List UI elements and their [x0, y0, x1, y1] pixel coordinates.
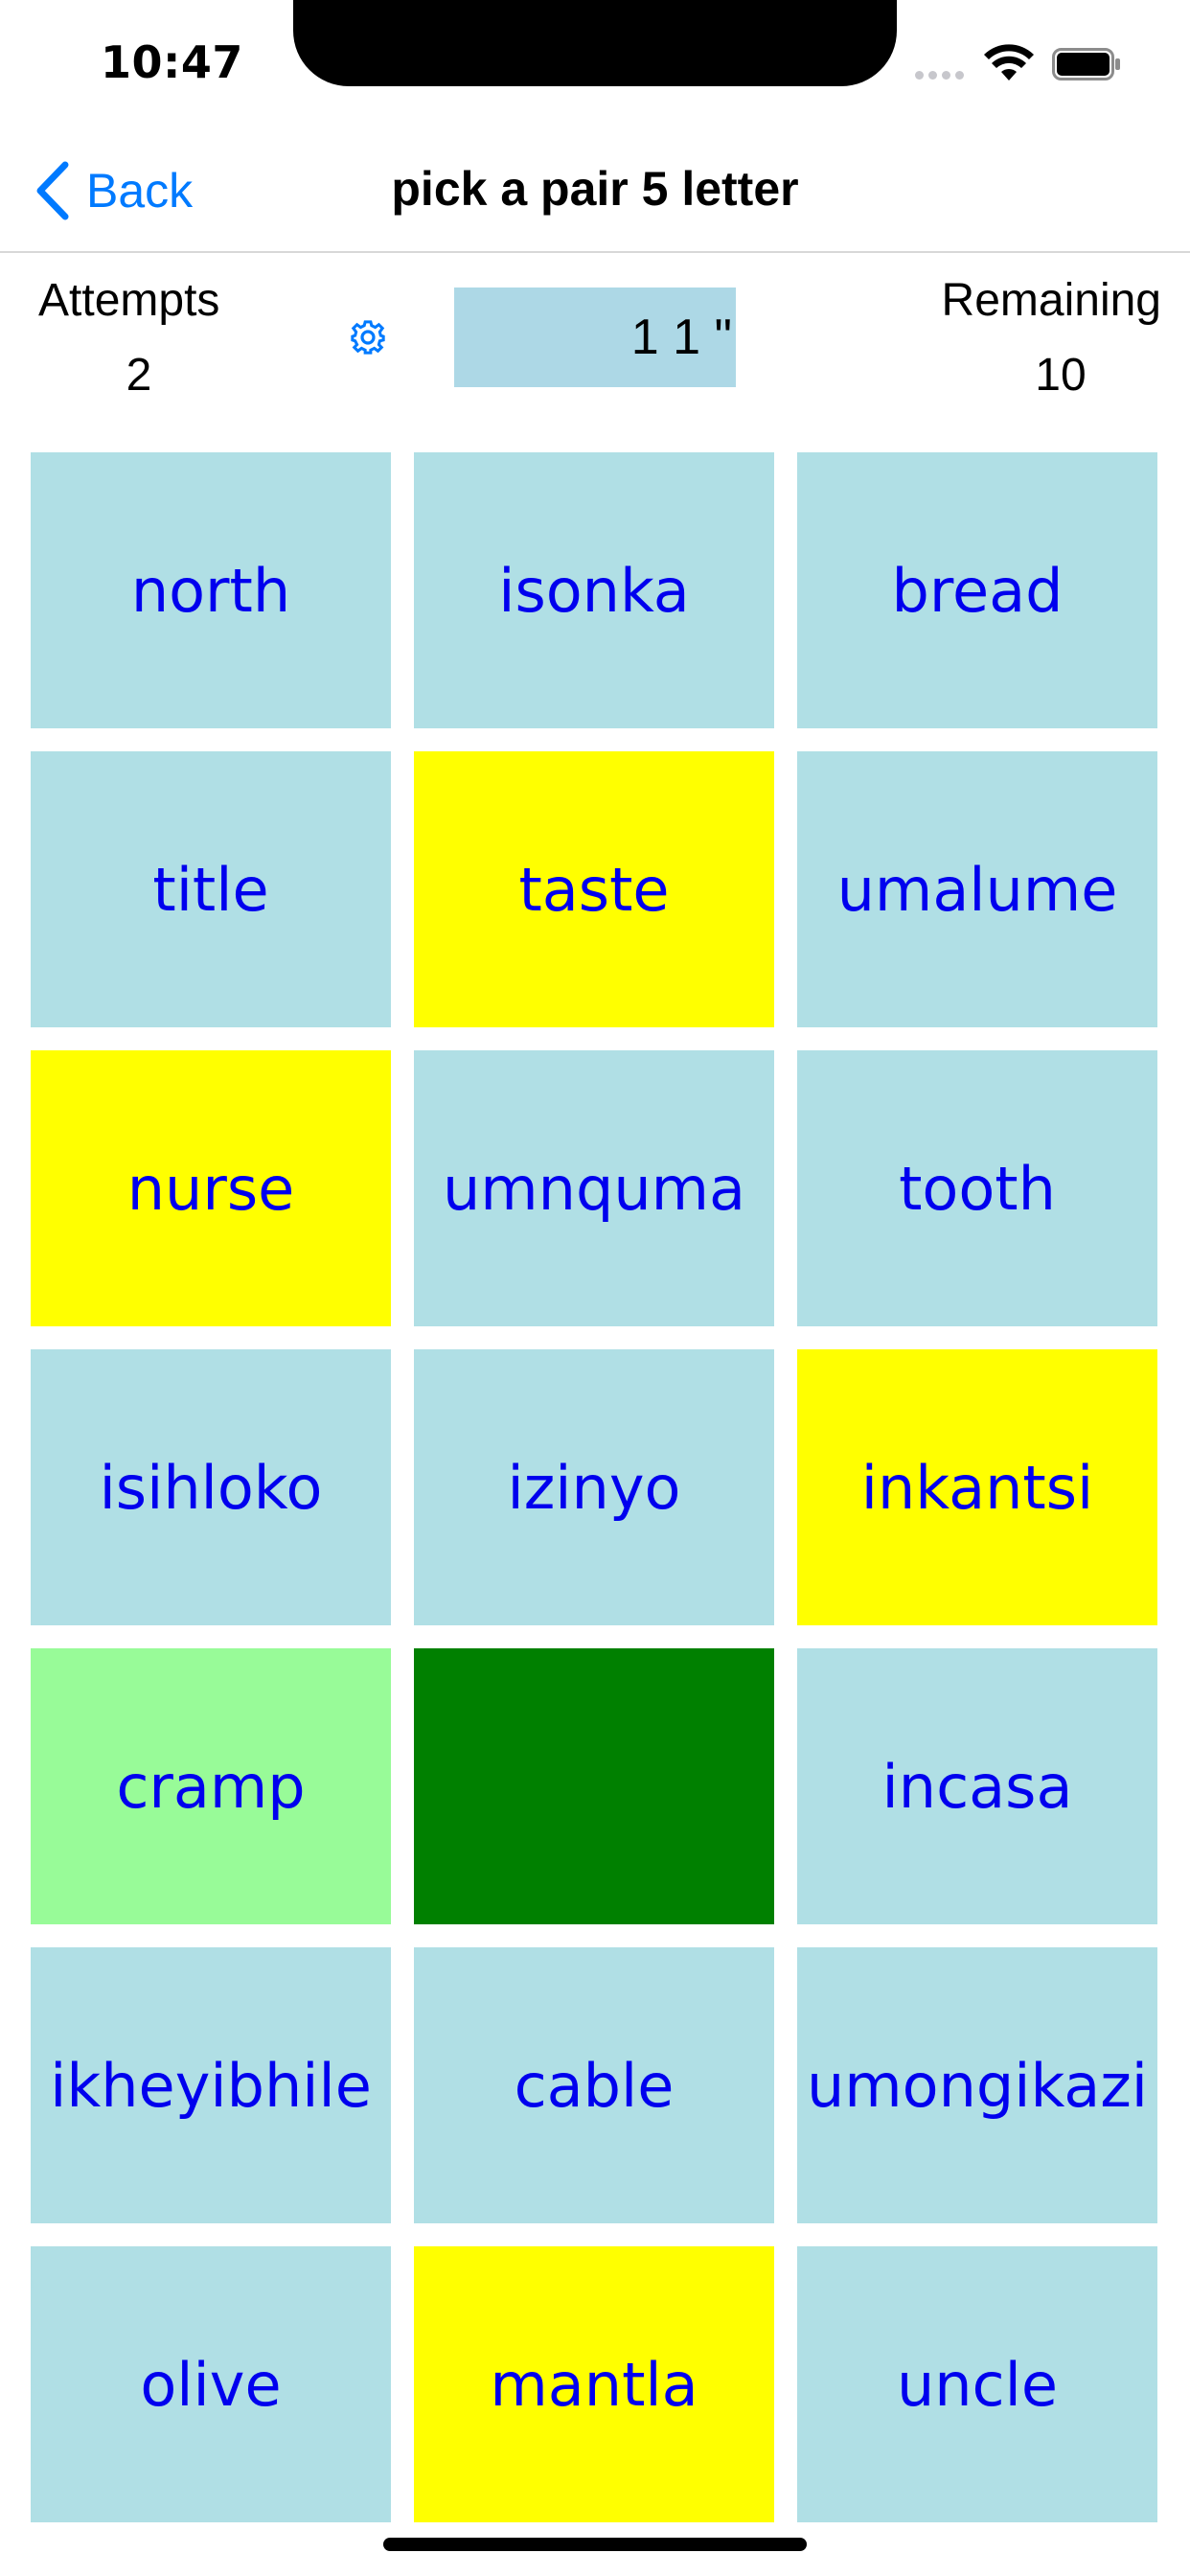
word-tile[interactable]: north [31, 452, 391, 728]
page-title: pick a pair 5 letter [391, 162, 799, 216]
tile-word: tooth [899, 1153, 1056, 1224]
timer-display: 1 1 " [454, 288, 736, 387]
attempts-label: Attempts [38, 275, 220, 326]
tile-word: cable [514, 2050, 675, 2121]
word-tile[interactable]: uncle [797, 2246, 1157, 2522]
word-tile[interactable]: incasa [797, 1648, 1157, 1924]
word-tile[interactable]: tooth [797, 1050, 1157, 1326]
navigation-bar: Back pick a pair 5 letter [0, 126, 1190, 253]
word-tile[interactable]: umalume [797, 751, 1157, 1027]
word-tile[interactable]: nurse [31, 1050, 391, 1326]
word-tile[interactable]: olive [31, 2246, 391, 2522]
word-tile[interactable]: mantla [414, 2246, 774, 2522]
gear-icon[interactable] [347, 316, 389, 358]
wifi-icon [984, 44, 1034, 80]
tile-word: inkantsi [860, 1452, 1094, 1523]
tile-word: taste [518, 854, 670, 925]
tile-word: isihloko [99, 1452, 323, 1523]
word-tile[interactable]: umongikazi [797, 1947, 1157, 2223]
word-tile[interactable]: isihloko [31, 1349, 391, 1625]
tile-word: north [130, 555, 291, 626]
word-tile[interactable]: umnquma [414, 1050, 774, 1326]
tile-word: cramp [116, 1751, 306, 1822]
tile-word: umongikazi [806, 2050, 1149, 2121]
tile-word: isonka [498, 555, 690, 626]
status-time: 10:47 [101, 36, 243, 88]
word-tile[interactable]: inkantsi [797, 1349, 1157, 1625]
cellular-signal-icon [915, 71, 964, 80]
battery-icon [1052, 48, 1120, 80]
tile-word: incasa [881, 1751, 1073, 1822]
tile-word: nurse [126, 1153, 295, 1224]
tile-word: umnquma [442, 1153, 746, 1224]
status-bar: 10:47 [0, 0, 1190, 126]
word-tile[interactable]: title [31, 751, 391, 1027]
tile-word: bread [891, 555, 1064, 626]
tile-word: title [152, 854, 269, 925]
word-tile[interactable]: izinyo [414, 1349, 774, 1625]
word-tile[interactable]: taste [414, 751, 774, 1027]
tile-word: uncle [896, 2349, 1059, 2420]
tile-word: olive [140, 2349, 282, 2420]
word-tile[interactable]: ikheyibhile [31, 1947, 391, 2223]
remaining-label: Remaining [941, 275, 1161, 326]
tile-word: ikheyibhile [50, 2050, 372, 2121]
word-tile[interactable]: isonka [414, 452, 774, 728]
tile-word: mantla [490, 2349, 698, 2420]
tile-word: izinyo [507, 1452, 681, 1523]
tile-word: umalume [836, 854, 1118, 925]
home-indicator[interactable] [383, 2538, 807, 2551]
device-notch [293, 0, 897, 86]
word-tile[interactable]: cable [414, 1947, 774, 2223]
remaining-count: 10 [1035, 350, 1087, 401]
word-tile[interactable]: bread [797, 452, 1157, 728]
word-grid: north isonka bread title taste umalume n… [31, 452, 1159, 2522]
stats-row: Attempts 2 1 1 " Remaining 10 [0, 255, 1190, 447]
word-tile[interactable] [414, 1648, 774, 1924]
word-tile[interactable]: cramp [31, 1648, 391, 1924]
attempts-count: 2 [126, 350, 152, 401]
